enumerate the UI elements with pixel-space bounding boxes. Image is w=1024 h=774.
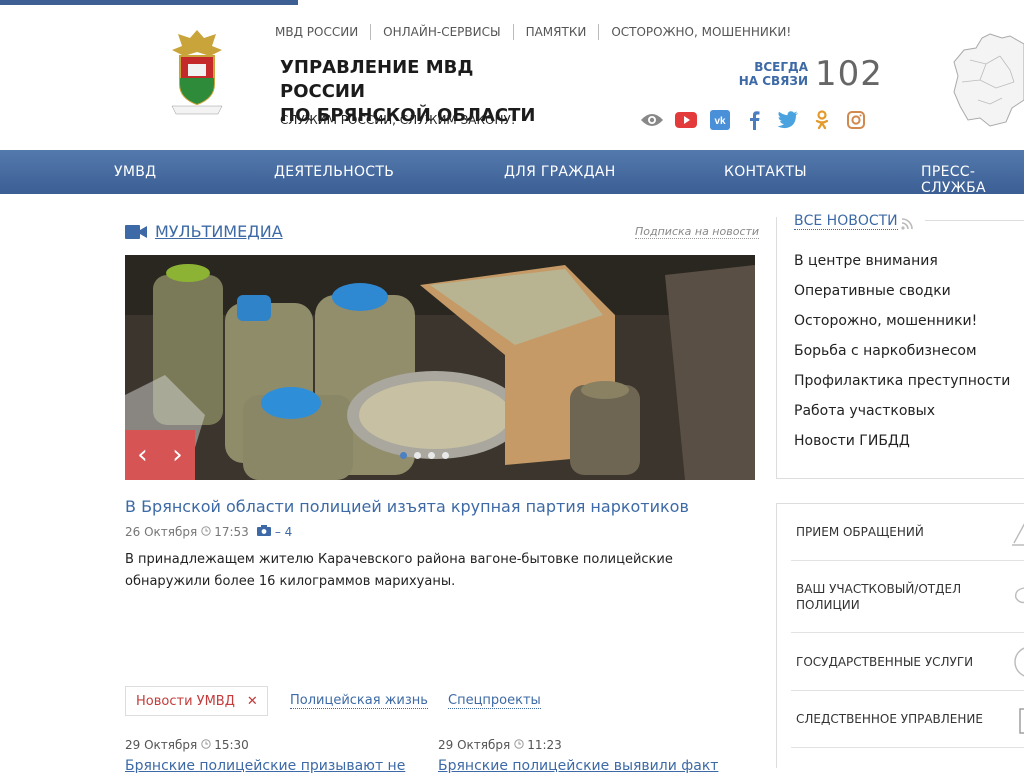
featured-date: 26 Октября: [125, 525, 198, 539]
category-traffic-police[interactable]: Новости ГИБДД: [794, 433, 910, 449]
building-icon: [1010, 705, 1024, 735]
facebook-icon[interactable]: [742, 108, 766, 132]
main-nav: УМВД ДЕЯТЕЛЬНОСТЬ ДЛЯ ГРАЖДАН КОНТАКТЫ П…: [0, 150, 1024, 196]
emergency-phone[interactable]: 102: [815, 54, 883, 94]
region-map-icon[interactable]: [950, 30, 1024, 130]
news-item-meta: 29 Октября 15:30: [125, 738, 249, 752]
multimedia-link[interactable]: МУЛЬТИМЕДИА: [155, 222, 283, 241]
tab-police-life[interactable]: Полицейская жизнь: [290, 693, 428, 709]
service-investigative[interactable]: СЛЕДСТВЕННОЕ УПРАВЛЕНИЕ: [796, 711, 986, 727]
slider-dot[interactable]: [414, 452, 421, 459]
eye-icon[interactable]: [640, 108, 664, 132]
tab-umvd-news[interactable]: Новости УМВД ✕: [125, 686, 268, 716]
service-district-officer[interactable]: ВАШ УЧАСТКОВЫЙ/ОТДЕЛ ПОЛИЦИИ: [796, 581, 986, 613]
video-camera-icon: [125, 224, 147, 243]
nav-item-press[interactable]: ПРЕСС-СЛУЖБА: [921, 164, 1024, 196]
slider-dot[interactable]: [428, 452, 435, 459]
services-box: [776, 503, 1024, 768]
top-link-fraud-warning[interactable]: Осторожно, мошенники!: [598, 24, 803, 40]
divider: [791, 747, 1024, 748]
social-links: vk: [640, 108, 878, 132]
category-fraud[interactable]: Осторожно, мошенники!: [794, 313, 977, 329]
news-item-title[interactable]: Брянские полицейские выявили факт: [438, 758, 718, 774]
featured-news-title[interactable]: В Брянской области полицией изъята крупн…: [125, 497, 689, 516]
nav-item-contacts[interactable]: КОНТАКТЫ: [724, 164, 807, 180]
slider-nav: ‹ ›: [125, 430, 195, 480]
always-line2: НА СВЯЗИ: [738, 74, 808, 88]
tab-umvd-news-label: Новости УМВД: [136, 693, 235, 709]
category-operational[interactable]: Оперативные сводки: [794, 283, 951, 299]
news-item-meta: 29 Октября 11:23: [438, 738, 562, 752]
slider-dot[interactable]: [400, 452, 407, 459]
top-link-mvd[interactable]: МВД России: [275, 24, 370, 40]
nav-item-citizens[interactable]: ДЛЯ ГРАЖДАН: [504, 164, 616, 180]
clock-icon: [514, 738, 524, 752]
service-appeals[interactable]: ПРИЕМ ОБРАЩЕНИЙ: [796, 524, 986, 540]
category-drugs[interactable]: Борьба с наркобизнесом: [794, 343, 977, 359]
twitter-icon[interactable]: [776, 108, 800, 132]
odnoklassniki-icon[interactable]: [810, 108, 834, 132]
slider-dots: [400, 452, 449, 459]
svg-text:vk: vk: [714, 116, 726, 127]
divider: [791, 632, 1024, 633]
service-state-services[interactable]: ГОСУДАРСТВЕННЫЕ УСЛУГИ: [796, 654, 986, 670]
slider-next-chevron-icon[interactable]: ›: [172, 440, 182, 470]
top-strip: [0, 0, 298, 5]
slider-prev-chevron-icon[interactable]: ‹: [137, 440, 147, 470]
featured-news-text: В принадлежащем жителю Карачевского райо…: [125, 552, 673, 589]
nav-item-activity[interactable]: ДЕЯТЕЛЬНОСТЬ: [274, 164, 394, 180]
featured-time: 17:53: [214, 525, 249, 539]
vk-icon[interactable]: vk: [708, 108, 732, 132]
mvd-emblem-logo[interactable]: [166, 26, 228, 116]
photo-camera-icon: [256, 525, 271, 539]
site-title-line1: УПРАВЛЕНИЕ МВД РОССИИ: [280, 57, 474, 102]
featured-news-meta: 26 Октября 17:53 – 4: [125, 525, 292, 539]
divider: [791, 690, 1024, 691]
slider-photo[interactable]: [125, 255, 755, 480]
news-item-time: 11:23: [527, 738, 562, 752]
clock-icon: [201, 525, 211, 539]
news-item-time: 15:30: [214, 738, 249, 752]
top-links: МВД России Онлайн-сервисы Памятки Осторо…: [275, 24, 803, 40]
all-news-link[interactable]: ВСЕ НОВОСТИ: [794, 213, 898, 230]
clock-icon: [201, 738, 211, 752]
tab-special-projects[interactable]: Спецпроекты: [448, 693, 541, 709]
news-item-title[interactable]: Брянские полицейские призывают не: [125, 758, 405, 774]
divider: [925, 220, 1024, 221]
pen-icon: [1010, 517, 1024, 547]
slider-dot[interactable]: [442, 452, 449, 459]
gosuslugi-icon: [1010, 645, 1024, 677]
divider: [791, 560, 1024, 561]
category-district-officers[interactable]: Работа участковых: [794, 403, 935, 419]
top-link-memos[interactable]: Памятки: [512, 24, 599, 40]
category-prevention[interactable]: Профилактика преступности: [794, 373, 1010, 389]
news-item-date: 29 Октября: [438, 738, 511, 752]
subscribe-link[interactable]: Подписка на новости: [635, 225, 760, 239]
instagram-icon[interactable]: [844, 108, 868, 132]
site-motto: СЛУЖИМ РОССИИ, СЛУЖИМ ЗАКОНУ!: [280, 113, 516, 127]
close-icon[interactable]: ✕: [247, 694, 258, 709]
top-link-online-services[interactable]: Онлайн-сервисы: [370, 24, 512, 40]
featured-photo-count: – 4: [274, 525, 293, 539]
youtube-icon[interactable]: [674, 108, 698, 132]
officer-icon: [1010, 582, 1024, 612]
nav-item-umvd[interactable]: УМВД: [114, 164, 156, 180]
category-focus[interactable]: В центре внимания: [794, 253, 938, 269]
always-in-touch: ВСЕГДА НА СВЯЗИ: [730, 60, 808, 88]
always-line1: ВСЕГДА: [754, 60, 808, 74]
rss-icon[interactable]: [901, 215, 913, 234]
news-item-date: 29 Октября: [125, 738, 198, 752]
